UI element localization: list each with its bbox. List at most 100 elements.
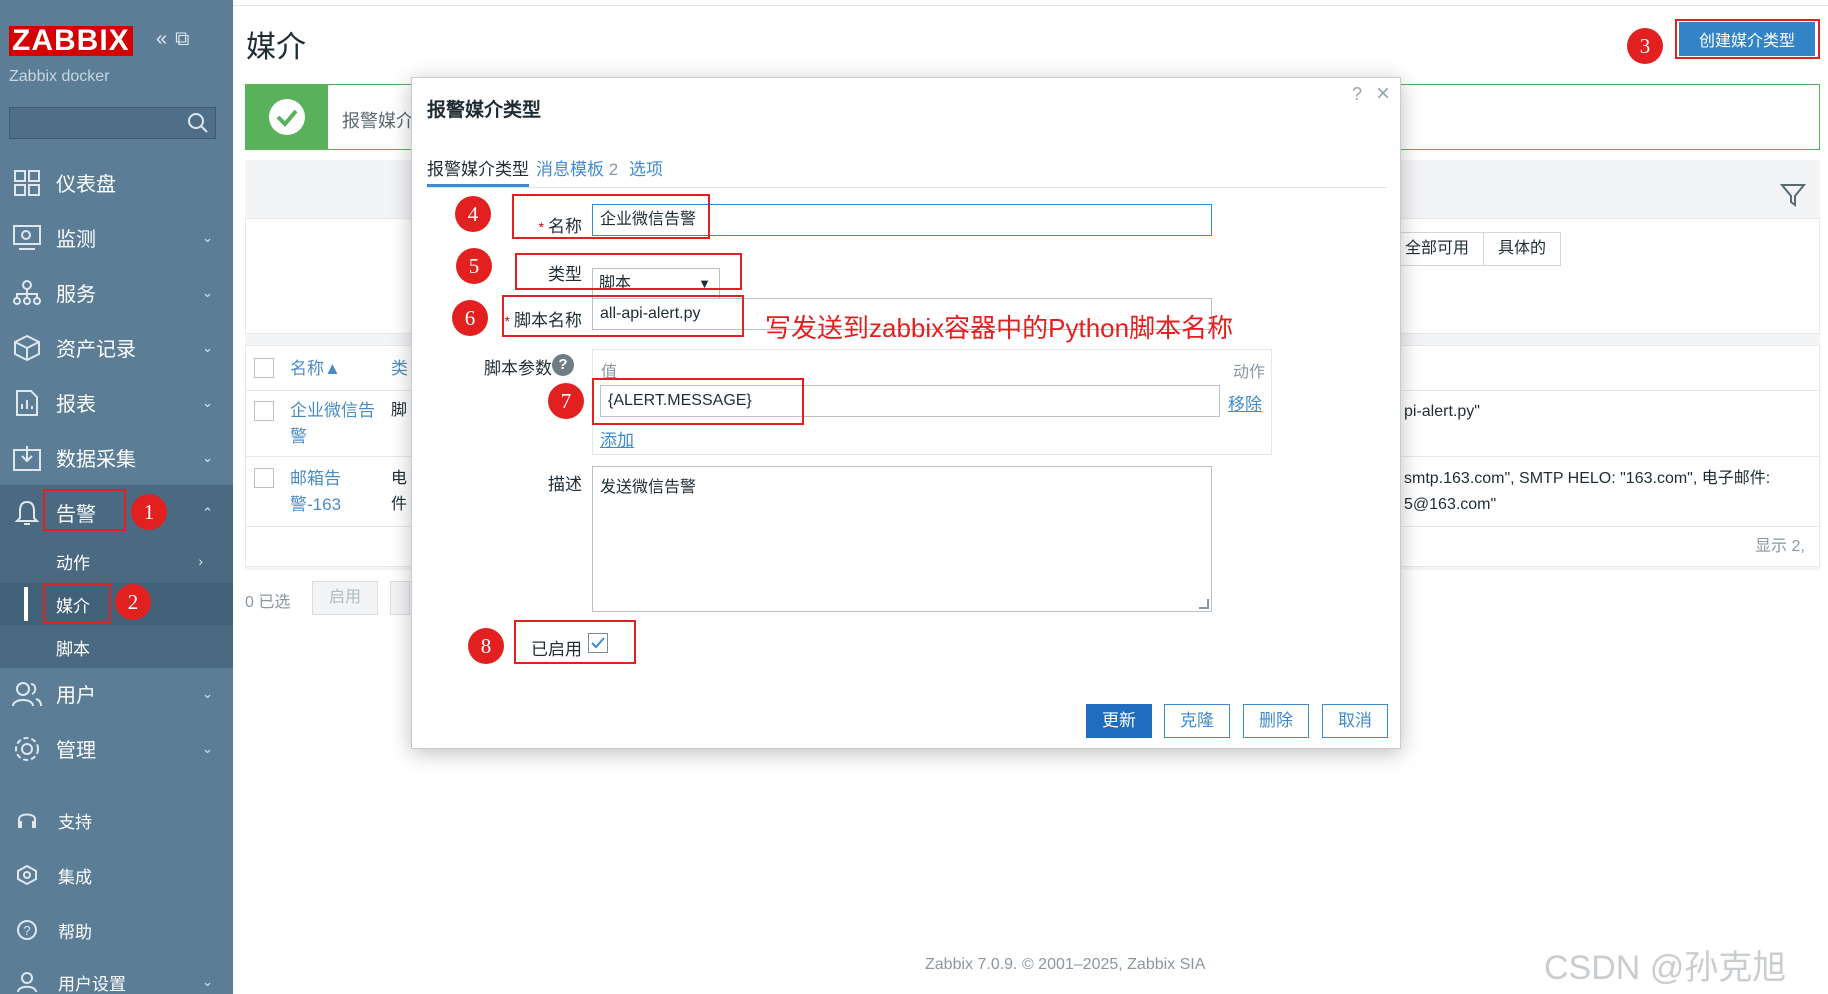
filter-icon[interactable] (1779, 183, 1807, 212)
data-collection-icon (10, 441, 44, 475)
sidebar-item-integrations[interactable]: 集成 (0, 855, 233, 895)
watermark: CSDN @孙克旭 (1544, 949, 1787, 987)
reports-icon (10, 386, 44, 420)
filter-all-available[interactable]: 全部可用 (1391, 233, 1483, 265)
script-params-label: 脚本参数 (484, 359, 552, 378)
inventory-icon (10, 331, 44, 365)
sidebar-item-services[interactable]: 服务 ⌄ (0, 265, 233, 320)
annotation-box-alerts (43, 489, 126, 531)
tab-options[interactable]: 选项 (629, 156, 663, 184)
annotation-box-name (512, 194, 710, 239)
chevron-down-icon: ⌄ (202, 230, 213, 245)
column-header-name[interactable]: 名称▲ (290, 356, 341, 381)
table-row-type: 电 (391, 470, 408, 487)
sidebar-item-monitoring[interactable]: 监测 ⌄ (0, 210, 233, 265)
table-row-name-link[interactable]: 邮箱告 (290, 466, 341, 491)
description-textarea[interactable]: 发送微信告警 (592, 466, 1212, 612)
zabbix-logo[interactable]: ZABBIX (9, 26, 133, 56)
sidebar-item-help[interactable]: ? 帮助 (0, 910, 233, 950)
annotation-badge: 6 (452, 300, 488, 336)
sidebar-item-inventory[interactable]: 资产记录 ⌄ (0, 320, 233, 375)
help-icon[interactable]: ? (1352, 84, 1362, 105)
sidebar-subitem-actions[interactable]: 动作 › (0, 540, 233, 582)
annotation-badge: 7 (548, 383, 584, 419)
sidebar-subitem-scripts[interactable]: 脚本 (0, 626, 233, 668)
annotation-box-script-name (502, 295, 744, 337)
sidebar-search-input[interactable] (9, 107, 216, 139)
row-checkbox[interactable] (254, 468, 274, 488)
bell-icon (10, 496, 44, 530)
selected-count: 0 已选 (245, 594, 291, 611)
page-title: 媒介 (246, 31, 306, 64)
svg-text:?: ? (23, 923, 30, 938)
enable-button[interactable]: 启用 (312, 581, 378, 615)
chevron-down-icon: ⌄ (202, 340, 213, 355)
sidebar-item-reports[interactable]: 报表 ⌄ (0, 375, 233, 430)
user-settings-icon (12, 971, 42, 993)
services-icon (10, 276, 44, 310)
success-message-text: 报警媒介 (342, 111, 414, 131)
annotation-badge: 1 (131, 494, 167, 530)
table-row-name-link-cont[interactable]: 警-163 (290, 492, 341, 517)
cancel-button[interactable]: 取消 (1322, 704, 1388, 738)
users-icon (10, 677, 44, 711)
table-row-details-cont: 5@163.com" (1404, 496, 1497, 513)
description-label: 描述 (548, 475, 582, 494)
dashboard-icon (10, 166, 44, 200)
table-shown-count: 显示 2, (1755, 538, 1805, 555)
table-row-details: smtp.163.com", SMTP HELO: "163.com", 电子邮… (1404, 470, 1771, 487)
annotation-badge: 3 (1627, 28, 1663, 64)
sidebar-item-support[interactable]: 支持 (0, 800, 233, 840)
sidebar-item-data-collection[interactable]: 数据采集 ⌄ (0, 430, 233, 485)
top-border (233, 0, 1828, 6)
annotation-badge: 5 (456, 248, 492, 284)
table-row-type-cont: 件 (391, 496, 408, 513)
tab-message-templates[interactable]: 消息模板 2 (536, 156, 618, 184)
chevron-down-icon: ⌄ (202, 686, 213, 701)
sidebar-collapse-controls[interactable]: «⧉ (156, 28, 197, 51)
sidebar-item-administration[interactable]: 管理 ⌄ (0, 721, 233, 776)
chevron-down-icon: ⌄ (202, 285, 213, 300)
tab-media-type[interactable]: 报警媒介类型 (427, 156, 529, 187)
disable-button[interactable] (390, 581, 410, 615)
annotation-box-enabled (514, 620, 636, 664)
close-icon[interactable]: × (1376, 80, 1390, 108)
search-icon[interactable] (187, 112, 209, 139)
sidebar-item-dashboard[interactable]: 仪表盘 (0, 155, 233, 210)
filter-specific[interactable]: 具体的 (1483, 233, 1560, 265)
add-param-link[interactable]: 添加 (600, 426, 634, 451)
dialog-tabs: 报警媒介类型 消息模板 2 选项 (427, 156, 1387, 188)
chevron-up-icon: ⌃ (202, 505, 213, 520)
select-all-checkbox[interactable] (254, 358, 274, 378)
help-icon[interactable]: ? (552, 354, 574, 376)
annotation-box-create (1675, 19, 1820, 59)
success-check-icon (246, 85, 328, 149)
chevron-down-icon: ⌄ (202, 974, 213, 989)
chevron-down-icon: ⌄ (202, 741, 213, 756)
chevron-right-icon: › (198, 553, 203, 569)
headset-icon (12, 809, 42, 831)
chevron-down-icon: ⌄ (202, 450, 213, 465)
column-header-type[interactable]: 类 (391, 356, 408, 381)
remove-param-link[interactable]: 移除 (1228, 390, 1262, 415)
params-header-action: 动作 (1232, 364, 1265, 381)
annotation-note: 写发送到zabbix容器中的Python脚本名称 (765, 313, 1234, 343)
annotation-box-type (515, 253, 742, 290)
integrations-icon (12, 864, 42, 886)
annotation-box-media (43, 583, 111, 623)
chevron-down-icon: ⌄ (202, 395, 213, 410)
update-button[interactable]: 更新 (1086, 704, 1152, 738)
table-row-name-link[interactable]: 企业微信告 (290, 398, 375, 423)
delete-button[interactable]: 删除 (1243, 704, 1309, 738)
clone-button[interactable]: 克隆 (1164, 704, 1230, 738)
table-row-name-link-cont[interactable]: 警 (290, 424, 307, 449)
sidebar-item-user-settings[interactable]: 用户设置 ⌄ (0, 962, 233, 994)
dialog-title: 报警媒介类型 (427, 100, 542, 121)
resize-grip-icon[interactable] (1199, 599, 1209, 609)
table-row-details: pi-alert.py" (1404, 403, 1480, 420)
row-checkbox[interactable] (254, 401, 274, 421)
sidebar-item-users[interactable]: 用户 ⌄ (0, 666, 233, 721)
server-name: Zabbix docker (9, 68, 110, 85)
filter-status-segment[interactable]: 全部可用 具体的 (1390, 232, 1562, 266)
help-icon: ? (12, 919, 42, 941)
